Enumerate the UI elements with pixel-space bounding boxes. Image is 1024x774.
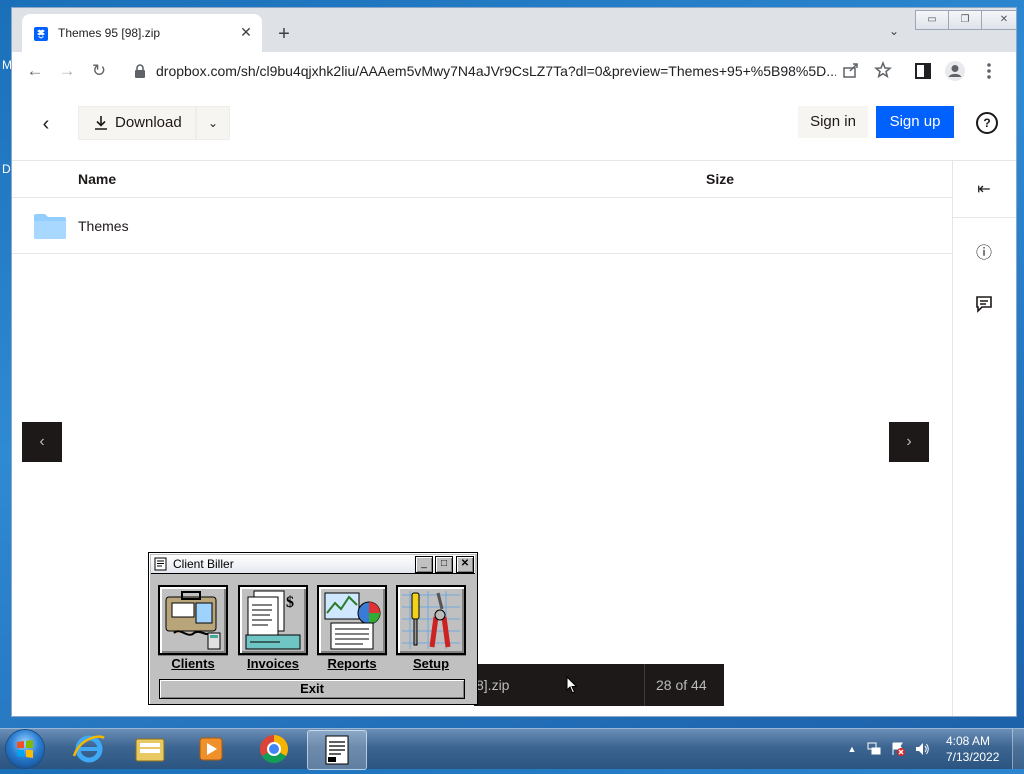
network-icon[interactable] [866,741,882,757]
media-player-icon [199,737,223,761]
tab-themes[interactable]: Themes 95 [98].zip ✕ [22,14,262,52]
pager-file-name: 8].zip [476,677,510,693]
forward-button[interactable]: → [56,60,78,82]
file-row[interactable]: Themes [12,198,952,254]
comment-icon[interactable] [973,293,995,315]
menu-icon[interactable] [978,60,1000,82]
invoices-label: Invoices [238,655,308,672]
next-file-button[interactable]: › [889,422,929,462]
share-icon[interactable] [842,61,860,79]
browser-toolbar: ← → ↻ dropbox.com/sh/cl9bu4qjxhk2liu/AAA… [12,52,1016,91]
sign-in-button[interactable]: Sign in [798,106,868,138]
exit-button[interactable]: Exit [159,679,465,699]
chrome-icon [260,735,288,763]
tab-strip: Themes 95 [98].zip ✕ + ⌄ ▭ ❐ ✕ [12,8,1016,52]
svg-text:$: $ [286,594,294,611]
clock-time[interactable]: 4:08 AM [946,734,990,748]
url-text[interactable]: dropbox.com/sh/cl9bu4qjxhk2liu/AAAem5vMw… [156,63,836,79]
back-button[interactable]: ← [24,60,46,82]
tab-search-icon[interactable]: ⌄ [884,24,904,44]
reload-button[interactable]: ↻ [88,60,110,82]
show-desktop-button[interactable] [1012,729,1024,769]
collapse-panel-icon[interactable]: ⇤ [973,179,995,201]
omnibox-actions [842,61,892,79]
file-pager: 8].zip 28 of 44 [474,664,724,706]
help-icon[interactable]: ? [976,112,998,134]
address-bar[interactable]: dropbox.com/sh/cl9bu4qjxhk2liu/AAAem5vMw… [122,57,892,85]
download-options-button[interactable]: ⌄ [196,106,230,140]
desktop-icon-label: M [2,58,12,72]
setup-label: Setup [396,655,466,672]
reports-icon [317,585,387,655]
lock-icon[interactable] [134,64,146,78]
file-list-header: Name Size [12,161,952,198]
desktop-icon-label: D [2,162,11,176]
invoices-icon: $ [238,585,308,655]
profile-icon[interactable] [944,60,966,82]
clients-label: Clients [158,655,228,672]
column-size[interactable]: Size [706,171,734,187]
side-panel-icon[interactable] [912,60,934,82]
explorer-icon [135,738,165,762]
ie-taskbar-item[interactable] [60,730,118,768]
setup-icon [396,585,466,655]
setup-button[interactable]: Setup [396,585,466,673]
close-button[interactable]: ✕ [981,10,1016,30]
cb-close-button[interactable]: ✕ [456,556,474,573]
clients-button[interactable]: Clients [158,585,228,673]
clients-icon [158,585,228,655]
tab-close-icon[interactable]: ✕ [238,24,254,40]
media-player-taskbar-item[interactable] [182,730,240,768]
pager-count: 28 of 44 [656,677,707,693]
document-icon [154,557,167,571]
side-rail: ⇤ ⓘ [952,161,1016,716]
star-icon[interactable] [874,61,892,79]
desktop-edge: M D [0,0,12,728]
window-controls: ▭ ❐ ✕ [915,10,1016,30]
client-biller-titlebar[interactable]: Client Biller _ □ ✕ [151,555,475,574]
restore-button[interactable]: ❐ [948,10,982,30]
download-button[interactable]: Download [78,106,196,140]
sign-up-button[interactable]: Sign up [876,106,954,138]
windows-logo-icon [17,740,33,758]
minimize-button[interactable]: ▭ [915,10,949,30]
client-biller-taskbar-item[interactable] [307,730,367,770]
reports-label: Reports [317,655,387,672]
info-icon[interactable]: ⓘ [973,243,995,265]
volume-icon[interactable] [914,741,930,757]
dropbox-header: ‹ Download ⌄ Sign in Sign up ? [12,90,1016,161]
start-button[interactable] [6,730,44,768]
show-hidden-icons-button[interactable]: ▲ [844,741,860,757]
client-biller-title: Client Biller [173,557,234,571]
reports-button[interactable]: Reports [317,585,387,673]
file-name: Themes [78,218,129,234]
client-biller-window: Client Biller _ □ ✕ Clients $ Invoices R… [148,552,478,705]
cb-maximize-button[interactable]: □ [435,556,453,573]
rail-divider [953,217,1016,218]
client-biller-icon [325,735,349,765]
tab-title: Themes 95 [98].zip [58,26,161,40]
pager-divider [644,664,645,706]
dropbox-icon [34,27,48,41]
download-label: Download [115,114,182,131]
dropbox-back-button[interactable]: ‹ [34,112,58,136]
explorer-taskbar-item[interactable] [121,730,179,768]
cb-minimize-button[interactable]: _ [415,556,433,573]
chrome-taskbar-item[interactable] [245,730,303,768]
clock-date[interactable]: 7/13/2022 [946,750,999,764]
ie-icon [72,735,105,763]
new-tab-button[interactable]: + [272,22,296,46]
previous-file-button[interactable]: ‹ [22,422,62,462]
download-icon [95,116,107,130]
column-name[interactable]: Name [78,171,116,187]
taskbar: ▲ 4:08 AM 7/13/2022 [0,728,1024,770]
invoices-button[interactable]: $ Invoices [238,585,308,673]
mouse-cursor-icon [566,676,578,694]
folder-icon [34,214,66,239]
action-center-icon[interactable] [890,741,906,757]
